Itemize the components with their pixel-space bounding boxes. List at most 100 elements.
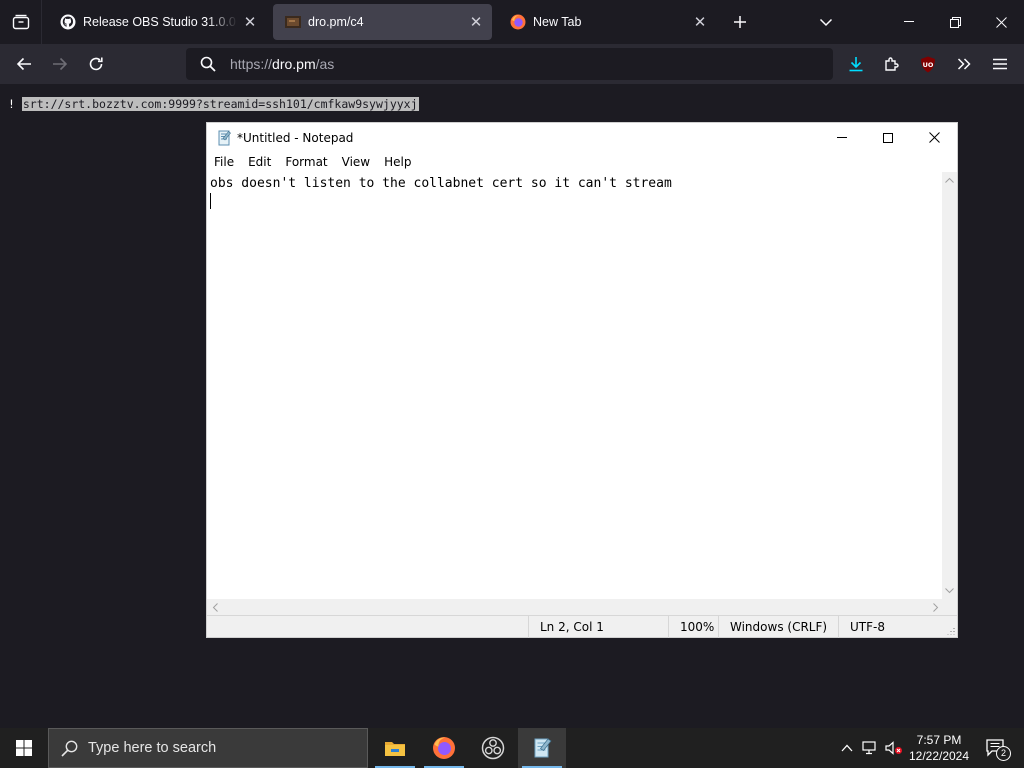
vertical-scrollbar[interactable] [942, 172, 957, 599]
resize-grip-icon[interactable] [945, 625, 955, 635]
scroll-right-icon[interactable] [933, 603, 939, 612]
reload-icon [88, 56, 104, 72]
taskbar-notepad[interactable] [518, 728, 566, 768]
url-bar[interactable]: https://dro.pm/as [186, 48, 833, 80]
page-prefix: ! [8, 97, 15, 111]
taskbar-obs[interactable] [469, 728, 517, 768]
volume-muted-icon [885, 741, 903, 755]
tab-list-button[interactable] [0, 0, 42, 44]
volume-status[interactable] [883, 728, 905, 768]
notepad-minimize-button[interactable] [819, 123, 865, 152]
taskbar-file-explorer[interactable] [371, 728, 419, 768]
taskbar-firefox[interactable] [420, 728, 468, 768]
notepad-icon [216, 130, 232, 146]
close-window-button[interactable] [978, 0, 1024, 44]
extensions-icon [884, 56, 900, 72]
start-button[interactable] [0, 728, 48, 768]
back-icon [16, 57, 32, 71]
zoom-level: 100% [668, 616, 718, 638]
show-hidden-icons-button[interactable] [836, 728, 858, 768]
url-path: /as [315, 56, 335, 72]
close-tab-icon[interactable]: ✕ [688, 10, 712, 34]
app-menu-button[interactable] [984, 48, 1016, 80]
obs-icon [481, 736, 505, 760]
file-explorer-icon [384, 739, 406, 757]
notepad-window: *Untitled - Notepad File Edit Format Vie… [206, 122, 958, 638]
minimize-icon [904, 21, 914, 23]
tab-title: New Tab [533, 15, 582, 29]
tab-dro-pm[interactable]: dro.pm/c4 ✕ [273, 4, 492, 40]
text-caret [210, 192, 211, 209]
new-tab-button[interactable] [726, 8, 754, 36]
cursor-position: Ln 2, Col 1 [528, 616, 668, 638]
notepad-maximize-button[interactable] [865, 123, 911, 152]
notepad-icon [531, 737, 553, 759]
ublock-icon: UO [920, 56, 936, 73]
search-icon [61, 740, 78, 757]
close-tab-icon[interactable]: ✕ [464, 10, 488, 34]
svg-text:UO: UO [923, 61, 934, 69]
taskbar: Type here to search 7:57 PM 12/22/2024 2 [0, 728, 1024, 768]
scroll-left-icon[interactable] [212, 603, 218, 612]
scroll-corner [942, 599, 957, 615]
url-protocol: https:// [230, 56, 273, 72]
url-text[interactable]: https://dro.pm/as [230, 56, 334, 72]
tab-new-tab[interactable]: New Tab ✕ [498, 4, 716, 40]
maximize-icon [883, 132, 893, 143]
url-host: dro.pm [272, 56, 316, 72]
taskbar-clock[interactable]: 7:57 PM 12/22/2024 [904, 728, 974, 768]
ublock-button[interactable]: UO [912, 48, 944, 80]
notification-icon: 2 [986, 739, 1011, 761]
horizontal-scrollbar[interactable] [207, 599, 944, 615]
notepad-text-area[interactable]: obs doesn't listen to the collabnet cert… [207, 172, 944, 599]
taskbar-search[interactable]: Type here to search [48, 728, 368, 768]
downloads-button[interactable] [840, 48, 872, 80]
close-icon [928, 132, 940, 143]
download-icon [848, 56, 864, 72]
close-tab-icon[interactable]: ✕ [238, 10, 262, 34]
line-ending: Windows (CRLF) [718, 616, 838, 638]
windows-logo-icon [16, 740, 32, 756]
navigation-toolbar: https://dro.pm/as UO [0, 44, 1024, 84]
extensions-button[interactable] [876, 48, 908, 80]
notepad-menu-bar: File Edit Format View Help [207, 152, 957, 172]
close-icon [995, 16, 1007, 28]
reload-button[interactable] [80, 48, 112, 80]
clock-time: 7:57 PM [916, 733, 962, 747]
tab-list-icon [12, 14, 30, 30]
menu-edit[interactable]: Edit [248, 155, 271, 169]
clock-date: 12/22/2024 [908, 749, 970, 763]
selected-stream-url[interactable]: srt://srt.bozztv.com:9999?streamid=ssh10… [21, 97, 419, 111]
scroll-down-icon[interactable] [945, 588, 954, 594]
notepad-close-button[interactable] [911, 123, 957, 152]
firefox-icon [432, 736, 456, 760]
scroll-up-icon[interactable] [945, 177, 954, 183]
forward-button[interactable] [44, 48, 76, 80]
back-button[interactable] [8, 48, 40, 80]
menu-format[interactable]: Format [285, 155, 327, 169]
github-icon [60, 14, 76, 30]
notification-center-button[interactable]: 2 [978, 728, 1014, 768]
restore-icon [949, 16, 961, 28]
tab-obs-release[interactable]: Release OBS Studio 31.0.0 · obsproject ✕ [48, 4, 266, 40]
menu-help[interactable]: Help [384, 155, 411, 169]
notification-count-badge: 2 [996, 746, 1011, 761]
network-status[interactable] [859, 728, 881, 768]
encoding: UTF-8 [838, 616, 942, 638]
search-placeholder: Type here to search [88, 740, 217, 756]
menu-icon [993, 58, 1007, 70]
restore-button[interactable] [932, 0, 978, 44]
plus-icon [733, 15, 747, 29]
network-icon [862, 741, 878, 755]
list-all-tabs-button[interactable] [812, 8, 840, 36]
more-tools-button[interactable] [948, 48, 980, 80]
tab-title: Release OBS Studio 31.0.0 · obsproject [83, 15, 238, 29]
menu-view[interactable]: View [342, 155, 370, 169]
minimize-button[interactable] [886, 0, 932, 44]
page-text-line: ! srt://srt.bozztv.com:9999?streamid=ssh… [8, 97, 419, 111]
menu-file[interactable]: File [214, 155, 234, 169]
notepad-title-bar[interactable]: *Untitled - Notepad [207, 123, 957, 152]
notepad-title: *Untitled - Notepad [237, 130, 354, 145]
notepad-status-bar: Ln 2, Col 1 100% Windows (CRLF) UTF-8 [207, 615, 957, 638]
text-line-caret [210, 192, 944, 209]
